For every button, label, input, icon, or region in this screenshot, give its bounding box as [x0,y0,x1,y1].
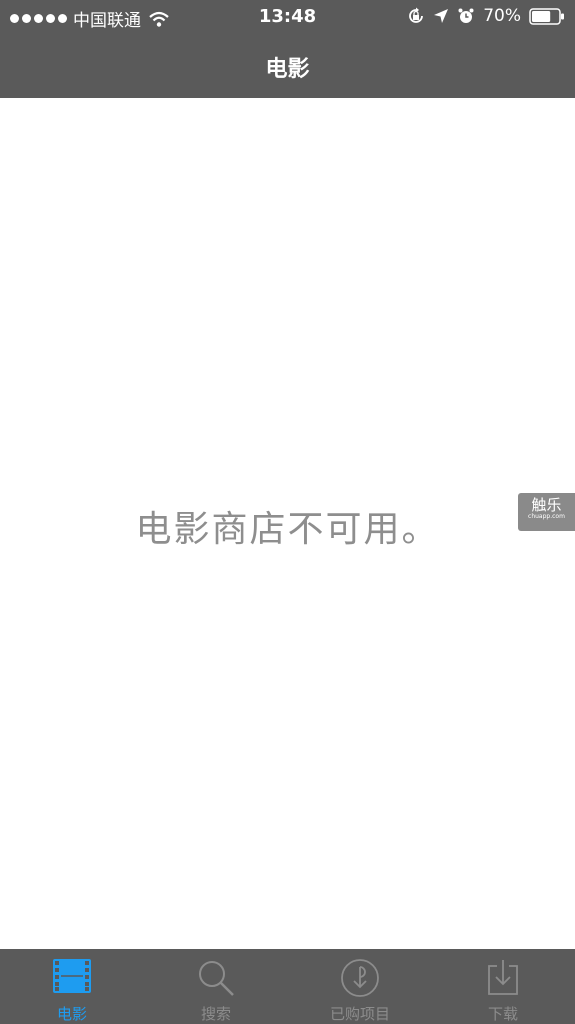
tab-label: 搜索 [200,1005,231,1023]
content-area: 电影商店不可用。 [0,98,575,949]
tab-movies[interactable]: 电影 [12,949,132,1024]
battery-percentage: 70% [483,6,521,26]
tab-label: 下载 [487,1005,518,1023]
tab-purchased[interactable]: 已购项目 [300,949,420,1024]
download-icon [488,960,518,995]
watermark-text: 触乐 [531,496,562,514]
alarm-icon [458,8,474,23]
film-icon [53,959,91,993]
watermark-logo: 触乐 chuapp.com [518,493,575,531]
search-icon [199,961,234,996]
purchased-icon [341,959,379,997]
location-arrow-icon [434,9,449,23]
status-bar: 中国联通 13:48 70% [0,0,575,33]
status-right: 70% [407,6,565,26]
battery-icon [529,7,565,25]
tab-bar: 电影 搜索 已购项目 下载 [0,949,575,1024]
page-title: 电影 [265,57,310,82]
store-unavailable-message: 电影商店不可用。 [135,509,440,550]
tab-downloads[interactable]: 下载 [443,949,563,1024]
tab-label: 电影 [56,1005,87,1023]
tab-search[interactable]: 搜索 [156,949,276,1024]
rotation-lock-icon [409,7,424,23]
navigation-bar: 电影 [0,33,575,98]
tab-label: 已购项目 [329,1005,390,1023]
watermark-subtext: chuapp.com [528,513,565,520]
